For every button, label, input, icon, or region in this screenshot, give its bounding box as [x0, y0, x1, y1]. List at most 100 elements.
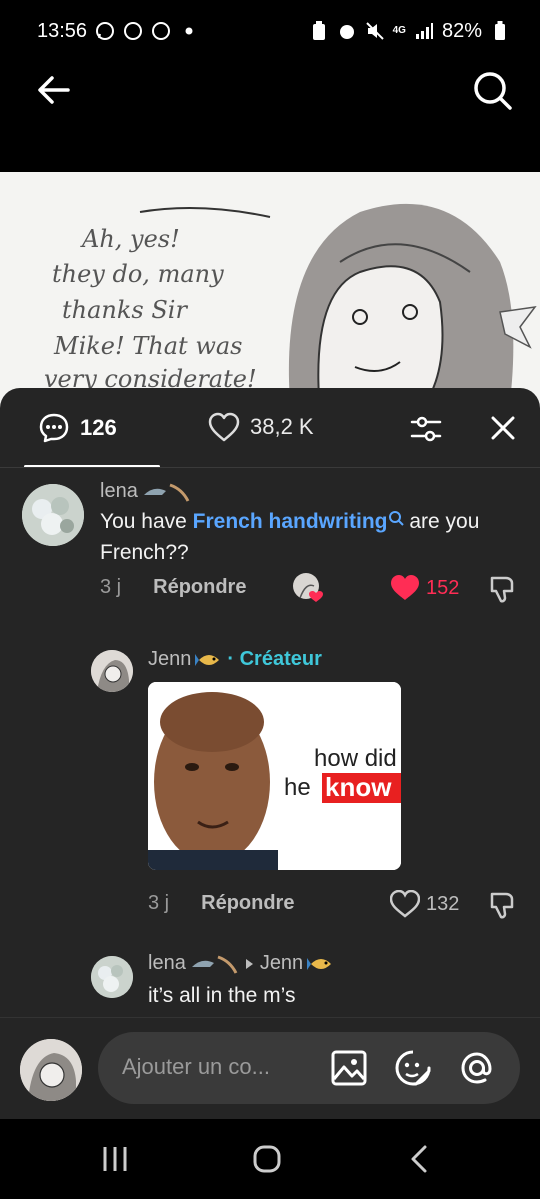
chat-icon — [123, 21, 143, 41]
search-icon — [474, 72, 512, 110]
how-did-he-know-meme-image: how did he know — [148, 682, 401, 870]
chevron-left-icon — [411, 1145, 427, 1173]
reply-image[interactable]: how did he know — [148, 682, 401, 870]
meme-text-line-1: how did — [314, 745, 397, 772]
drawing-text-line-4: Mike! That was — [53, 332, 242, 360]
home-button[interactable] — [252, 1144, 282, 1179]
comment-meta: 3 j Répondre — [100, 576, 246, 599]
status-bar: 13:56 4G 82% — [0, 0, 540, 62]
tab-comments[interactable]: 126 — [38, 412, 117, 444]
drawing-text-line-3: thanks Sir — [62, 296, 188, 324]
fish-emoji-icon — [195, 653, 220, 666]
heart-outline-icon — [208, 412, 240, 442]
recent-apps-icon — [103, 1147, 127, 1171]
creator-avatar-image — [91, 650, 133, 692]
mute-icon — [365, 21, 385, 41]
recent-apps-button[interactable] — [100, 1145, 130, 1178]
comment-time: 3 j — [100, 576, 122, 598]
sticker-icon — [395, 1050, 431, 1086]
top-nav — [0, 62, 540, 172]
battery-saver-icon — [309, 21, 329, 41]
video-frame[interactable]: Ah, yes! they do, many thanks Sir Mike! … — [0, 172, 540, 412]
reply-arrow-icon — [245, 958, 253, 969]
system-nav-bar — [0, 1119, 540, 1199]
comment-item: lena Jenn it’s all in the m’s — [0, 950, 540, 1010]
keyword-search-icon — [388, 511, 404, 526]
dislike-button[interactable] — [488, 574, 518, 609]
meme-text-know: know — [325, 772, 392, 802]
reply-button[interactable]: Répondre — [153, 576, 246, 599]
reply-button[interactable]: Répondre — [201, 892, 294, 915]
at-sign-icon — [461, 1052, 492, 1084]
system-back-button[interactable] — [408, 1144, 430, 1179]
network-type: 4G — [392, 25, 406, 36]
creator-badge: · Créateur — [227, 648, 322, 670]
comment-input-placeholder: Ajouter un co... — [122, 1054, 270, 1079]
shark-feather-emoji-icon — [143, 483, 190, 502]
fish-emoji-icon — [307, 957, 332, 970]
comment-composer: Ajouter un co... — [0, 1017, 540, 1119]
status-right: 4G 82% — [309, 20, 510, 43]
reply-to-username: Jenn — [259, 952, 304, 974]
status-time: 13:56 — [37, 19, 88, 42]
battery-percent: 82% — [441, 19, 482, 42]
comment-item: lena You have French handwriting are you… — [0, 480, 540, 620]
alarm-icon — [337, 21, 357, 41]
comment-input[interactable]: Ajouter un co... — [98, 1032, 520, 1104]
comment-username[interactable]: lena Jenn — [148, 952, 335, 975]
notification-dot-icon — [179, 21, 199, 41]
whatsapp-icon — [95, 21, 115, 41]
heart-outline-icon — [390, 890, 420, 918]
comment-username[interactable]: Jenn · Créateur — [148, 648, 322, 671]
image-icon — [331, 1050, 367, 1086]
like-button[interactable]: 152 — [390, 574, 459, 602]
close-icon — [491, 416, 515, 440]
comment-meta: 3 j Répondre — [148, 892, 294, 915]
home-icon — [253, 1145, 281, 1173]
drawing-illustration: Ah, yes! they do, many thanks Sir Mike! … — [44, 203, 537, 412]
comment-username[interactable]: lena — [100, 480, 190, 503]
avatar[interactable] — [22, 484, 84, 546]
avatar[interactable] — [91, 956, 133, 998]
my-avatar-image — [20, 1039, 82, 1101]
sheet-header: 126 38,2 K — [0, 388, 540, 468]
like-button[interactable]: 132 — [390, 890, 459, 918]
drawing-text-line-2: they do, many — [52, 260, 224, 288]
battery-icon — [490, 21, 510, 41]
tab-likes[interactable]: 38,2 K — [208, 412, 314, 442]
my-avatar[interactable] — [20, 1039, 82, 1101]
heart-filled-icon — [391, 575, 419, 600]
back-arrow-icon — [38, 76, 70, 104]
sliders-icon — [410, 416, 442, 442]
comment-text: You have French handwriting are you Fren… — [100, 510, 480, 564]
comment-time: 3 j — [148, 892, 170, 914]
flowers-avatar-image — [22, 484, 84, 546]
like-count: 152 — [426, 576, 460, 599]
thumbs-down-icon — [490, 576, 514, 603]
signal-icon — [414, 21, 434, 41]
comments-count: 126 — [80, 415, 117, 440]
comment-bubble-icon — [39, 413, 69, 443]
messenger-icon — [151, 21, 171, 41]
thumbs-down-icon — [490, 892, 514, 919]
emoji-button[interactable] — [394, 1049, 432, 1087]
creator-liked-avatar — [292, 572, 324, 604]
flowers-avatar-image — [91, 956, 133, 998]
search-button[interactable] — [472, 70, 512, 110]
image-attach-button[interactable] — [330, 1049, 368, 1087]
mention-button[interactable] — [458, 1049, 496, 1087]
search-keyword-link[interactable]: French handwriting — [193, 510, 388, 533]
comment-text: it’s all in the m’s — [148, 984, 296, 1007]
shark-feather-emoji-icon — [191, 955, 238, 974]
close-button[interactable] — [488, 413, 518, 443]
avatar[interactable] — [91, 650, 133, 692]
filter-button[interactable] — [408, 412, 444, 448]
creator-liked-heart-icon — [293, 573, 323, 602]
comment-item: Jenn · Créateur how did he know 3 j Répo… — [0, 646, 540, 926]
like-count: 132 — [426, 892, 460, 915]
drawing-text-line-1: Ah, yes! — [80, 225, 180, 253]
meme-text-he: he — [284, 774, 311, 801]
dislike-button[interactable] — [488, 890, 518, 925]
likes-count: 38,2 K — [250, 414, 314, 439]
back-button[interactable] — [34, 70, 74, 110]
